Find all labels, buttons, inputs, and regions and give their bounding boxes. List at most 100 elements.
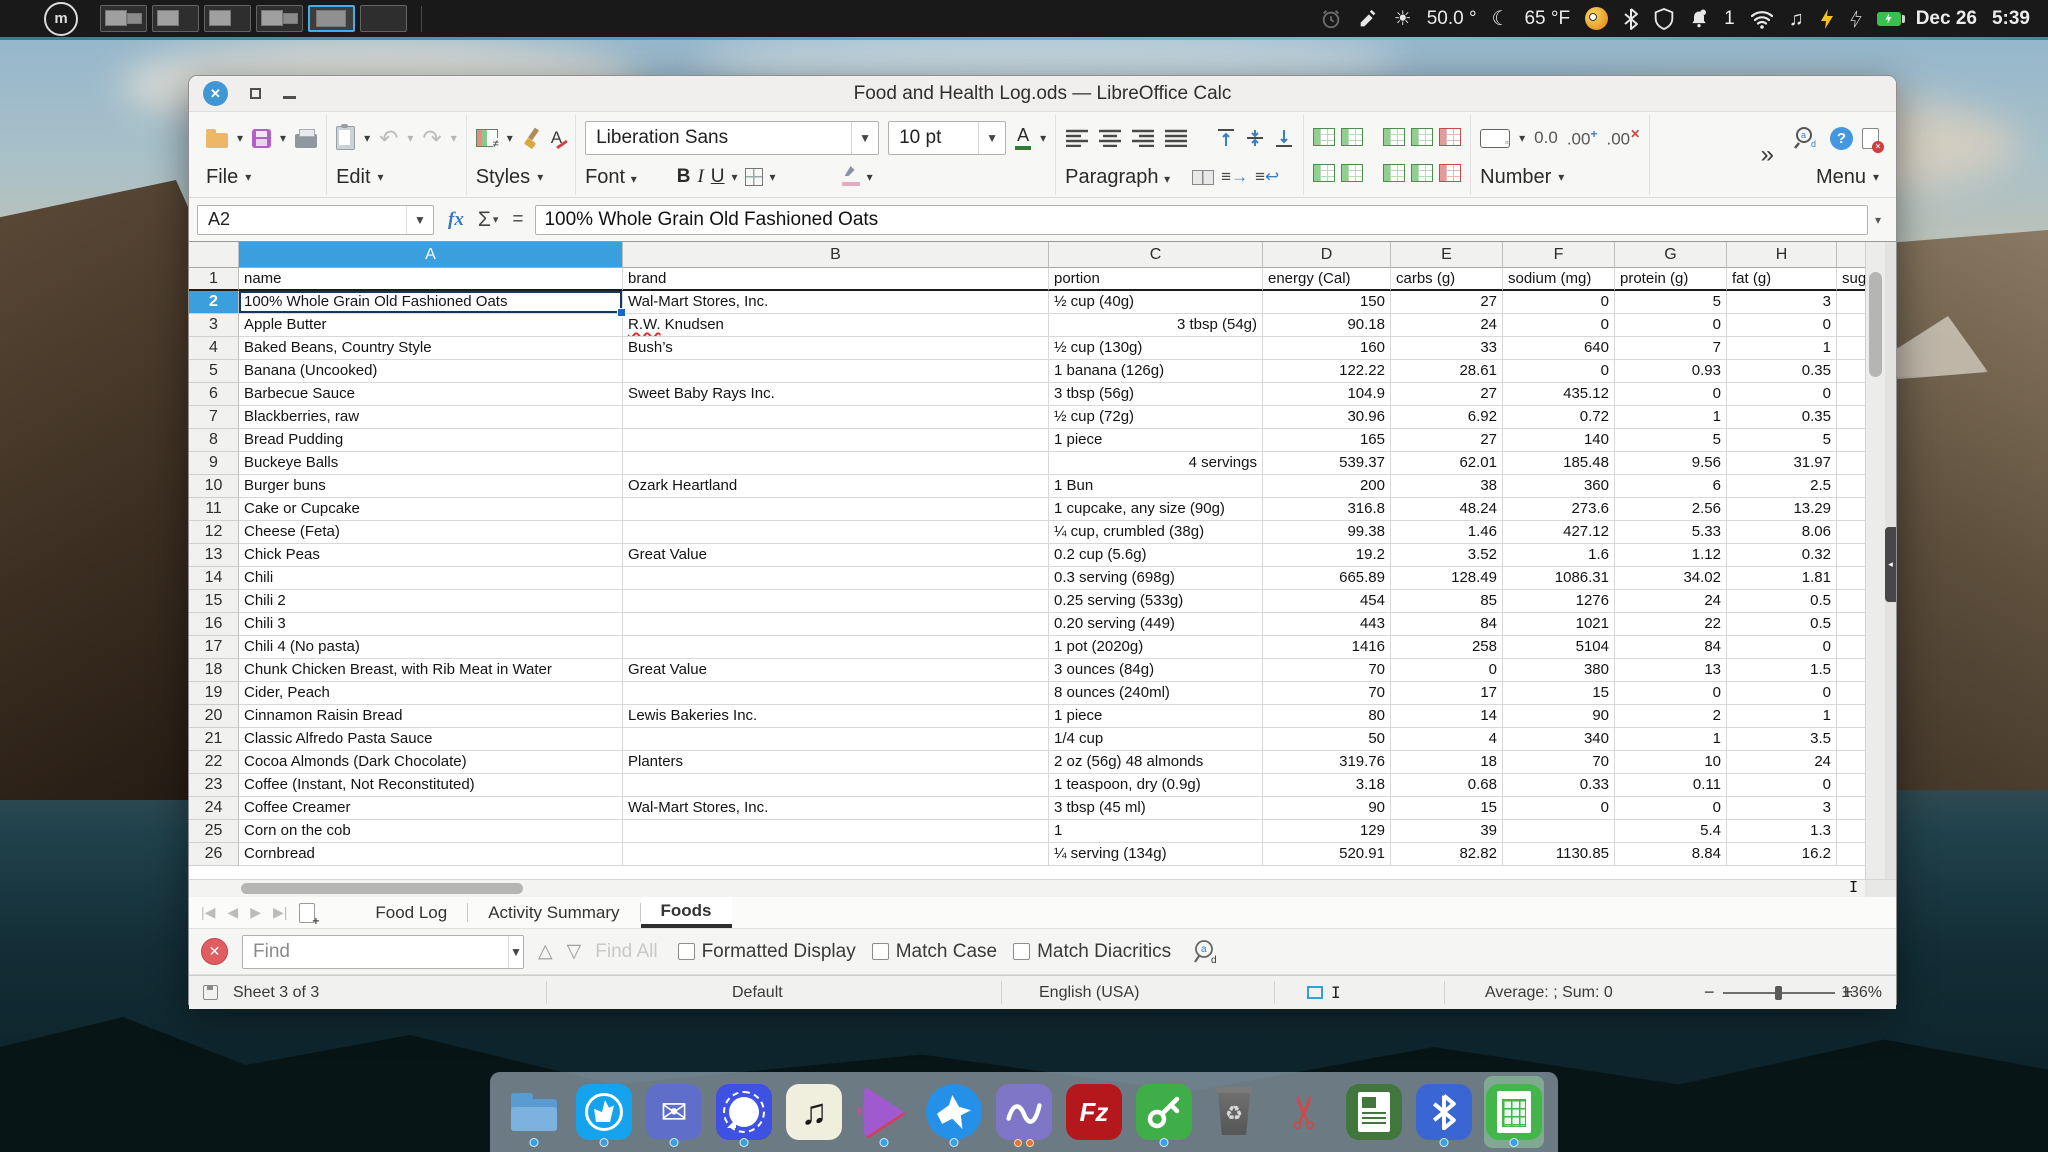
window-preview-box[interactable] bbox=[256, 5, 303, 32]
cell[interactable]: 27 bbox=[1391, 291, 1503, 314]
align-left-icon[interactable] bbox=[1065, 129, 1089, 147]
notifications-icon[interactable] bbox=[1689, 8, 1709, 30]
cell[interactable]: Coffee (Instant, Not Reconstituted) bbox=[239, 774, 623, 797]
cell[interactable] bbox=[623, 429, 1049, 452]
cell[interactable]: Coffee Creamer bbox=[239, 797, 623, 820]
bold-button[interactable]: B bbox=[677, 166, 691, 188]
insert-cells-down-icon[interactable] bbox=[1383, 164, 1405, 182]
checkbox-box[interactable] bbox=[678, 943, 695, 960]
find-input[interactable] bbox=[243, 936, 508, 968]
cell[interactable]: 165 bbox=[1263, 429, 1391, 452]
pufferfish-icon[interactable] bbox=[1585, 7, 1608, 30]
cell[interactable]: 0.11 bbox=[1615, 774, 1727, 797]
envelope-icon[interactable]: ✉ bbox=[646, 1084, 702, 1140]
cell[interactable]: 4 servings bbox=[1049, 452, 1263, 475]
save-icon[interactable] bbox=[252, 129, 271, 148]
cell[interactable]: ½ cup (72g) bbox=[1049, 406, 1263, 429]
cell[interactable]: 24 bbox=[1391, 314, 1503, 337]
calc-icon[interactable] bbox=[1486, 1084, 1542, 1140]
sheet-tab-food-log[interactable]: Food Log bbox=[355, 897, 467, 928]
row-header-3[interactable]: 3 bbox=[189, 314, 239, 337]
last-sheet-icon[interactable]: ▶| bbox=[273, 904, 287, 921]
underline-dropdown[interactable]: ▾ bbox=[732, 170, 738, 184]
cell[interactable]: 427.12 bbox=[1503, 521, 1615, 544]
dock-item[interactable]: ✂ bbox=[1274, 1076, 1334, 1148]
cell[interactable]: 84 bbox=[1391, 613, 1503, 636]
cell[interactable]: 0 bbox=[1727, 682, 1837, 705]
cell[interactable]: 319.76 bbox=[1263, 751, 1391, 774]
cell[interactable]: 1 bbox=[1615, 728, 1727, 751]
cell[interactable]: 8.84 bbox=[1615, 843, 1727, 866]
column-header-H[interactable]: H bbox=[1727, 242, 1837, 268]
cell[interactable]: Chili bbox=[239, 567, 623, 590]
trash-icon[interactable]: ♻ bbox=[1206, 1084, 1262, 1140]
cell[interactable]: 33 bbox=[1391, 337, 1503, 360]
cell[interactable]: 1276 bbox=[1503, 590, 1615, 613]
cell[interactable]: Cider, Peach bbox=[239, 682, 623, 705]
cell[interactable] bbox=[1837, 728, 1867, 751]
cell[interactable]: 9.56 bbox=[1615, 452, 1727, 475]
cell[interactable] bbox=[623, 452, 1049, 475]
spreadsheet-styles-icon[interactable] bbox=[476, 129, 498, 147]
highlight-color-icon[interactable] bbox=[842, 168, 860, 186]
language-status[interactable]: English (USA) bbox=[1039, 976, 1139, 1009]
cell[interactable]: 0 bbox=[1727, 383, 1837, 406]
close-button[interactable]: ✕ bbox=[203, 81, 228, 106]
folder-icon[interactable] bbox=[506, 1084, 562, 1140]
cell[interactable]: 3 tbsp (56g) bbox=[1049, 383, 1263, 406]
clear-formatting-icon[interactable]: A bbox=[551, 128, 566, 148]
dock-item[interactable]: Fz bbox=[1064, 1076, 1124, 1148]
delete-column-icon[interactable] bbox=[1439, 128, 1461, 146]
cell[interactable]: 31.97 bbox=[1727, 452, 1837, 475]
cell[interactable]: 62.01 bbox=[1391, 452, 1503, 475]
font-color-dropdown[interactable]: ▾ bbox=[1040, 131, 1046, 145]
checkbox-match-case[interactable]: Match Case bbox=[872, 941, 997, 963]
horizontal-scrollbar[interactable] bbox=[189, 879, 1865, 897]
cell[interactable]: 273.6 bbox=[1503, 498, 1615, 521]
cell[interactable]: 1.6 bbox=[1503, 544, 1615, 567]
row-header-17[interactable]: 17 bbox=[189, 636, 239, 659]
cell[interactable] bbox=[1837, 567, 1867, 590]
row-header-25[interactable]: 25 bbox=[189, 820, 239, 843]
window-preview-box[interactable] bbox=[152, 5, 199, 32]
cell[interactable]: 1 bbox=[1615, 406, 1727, 429]
cell[interactable]: 5.33 bbox=[1615, 521, 1727, 544]
cell[interactable]: energy (Cal) bbox=[1263, 268, 1391, 291]
cell[interactable]: 90 bbox=[1503, 705, 1615, 728]
cell[interactable]: 100% Whole Grain Old Fashioned Oats bbox=[239, 291, 623, 314]
cell[interactable] bbox=[1837, 360, 1867, 383]
cell[interactable]: 24 bbox=[1727, 751, 1837, 774]
sidebar-toggle[interactable]: ◂ bbox=[1885, 527, 1896, 602]
cell[interactable]: carbs (g) bbox=[1391, 268, 1503, 291]
page-style[interactable]: Default bbox=[732, 976, 783, 1009]
cell[interactable]: 0 bbox=[1615, 682, 1727, 705]
cell[interactable] bbox=[1837, 383, 1867, 406]
cell[interactable]: 13.29 bbox=[1727, 498, 1837, 521]
cell[interactable]: sodium (mg) bbox=[1503, 268, 1615, 291]
cell[interactable]: 640 bbox=[1503, 337, 1615, 360]
cell[interactable]: ¼ cup, crumbled (38g) bbox=[1049, 521, 1263, 544]
cell[interactable]: 539.37 bbox=[1263, 452, 1391, 475]
cell[interactable]: 3 bbox=[1727, 291, 1837, 314]
dock-item[interactable] bbox=[504, 1076, 564, 1148]
row-header-15[interactable]: 15 bbox=[189, 590, 239, 613]
cell[interactable]: 70 bbox=[1263, 659, 1391, 682]
cell[interactable]: 1130.85 bbox=[1503, 843, 1615, 866]
document-icon[interactable] bbox=[1346, 1084, 1402, 1140]
one-decimal-icon[interactable]: 0.0 bbox=[1534, 128, 1558, 148]
dock-item[interactable] bbox=[1134, 1076, 1194, 1148]
cell[interactable]: 3.5 bbox=[1727, 728, 1837, 751]
cell[interactable]: 0 bbox=[1615, 797, 1727, 820]
cell[interactable] bbox=[1837, 314, 1867, 337]
cell[interactable]: 0.35 bbox=[1727, 360, 1837, 383]
window-preview-box[interactable] bbox=[204, 5, 251, 32]
row-header-1[interactable]: 1 bbox=[189, 268, 239, 291]
dock-item[interactable] bbox=[1344, 1076, 1404, 1148]
cell[interactable]: 6 bbox=[1615, 475, 1727, 498]
cell[interactable]: Baked Beans, Country Style bbox=[239, 337, 623, 360]
bluetooth-icon[interactable] bbox=[1416, 1084, 1472, 1140]
insert-cells-left-icon[interactable] bbox=[1383, 128, 1405, 146]
cell[interactable]: 22 bbox=[1615, 613, 1727, 636]
cell[interactable] bbox=[1837, 797, 1867, 820]
cell[interactable]: sug bbox=[1837, 268, 1867, 291]
